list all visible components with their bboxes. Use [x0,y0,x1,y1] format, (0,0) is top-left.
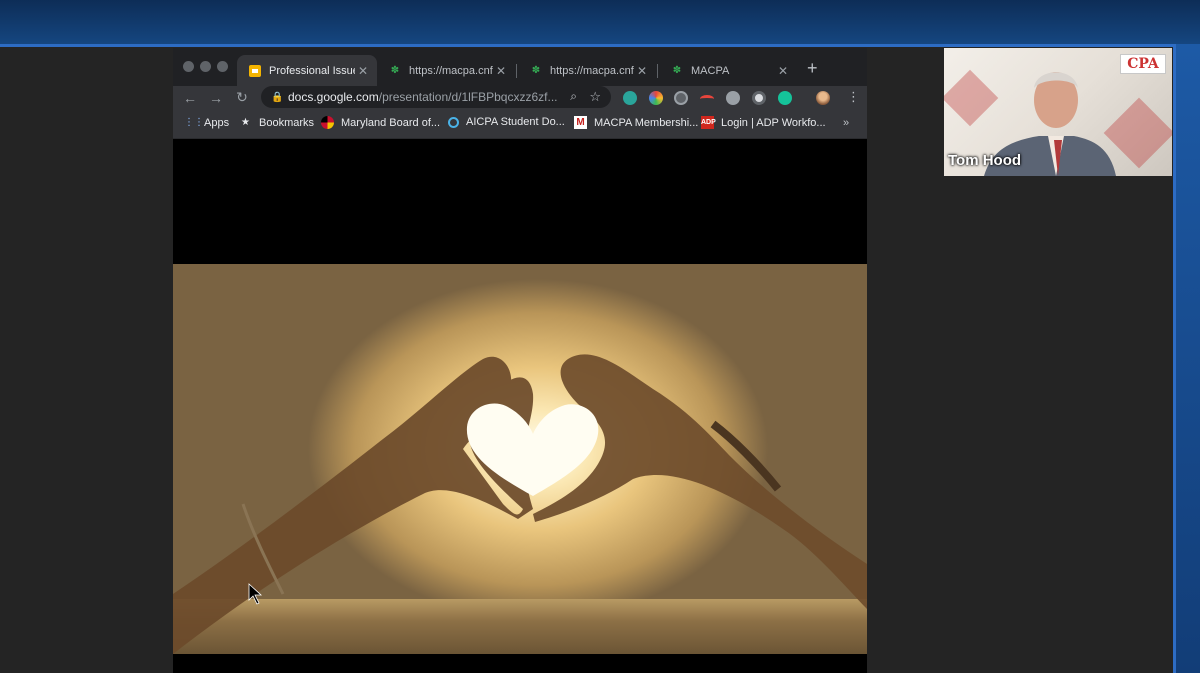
profile-avatar[interactable] [816,91,830,105]
browser-menu-icon[interactable]: ⋮ [847,89,860,105]
address-bar[interactable]: 🔒 docs.google.com /presentation/d/1lFBPb… [261,86,611,108]
address-host: docs.google.com [288,90,379,104]
close-tab-icon[interactable]: ✕ [634,64,650,78]
extension-g-icon[interactable] [778,91,792,105]
extension-grammarly-icon[interactable] [623,91,637,105]
close-tab-icon[interactable]: ✕ [775,64,791,78]
gmail-icon: M [574,116,587,129]
tab-separator [516,64,517,78]
bookmark-label: Bookmarks [259,116,315,129]
participant-video-tile[interactable]: CPA Tom Hood [944,48,1172,176]
maryland-flag-icon [321,116,334,129]
aicpa-icon [448,116,459,128]
bookmarks-bar: ⋮⋮ Apps ★ Bookmarks Maryland Board of...… [173,109,867,139]
slides-icon [249,64,261,77]
bookmark-bookmarks[interactable]: ★ Bookmarks [239,116,314,129]
address-path: /presentation/d/1lFBPbqcxzz6zf... [378,90,558,104]
cnf-icon: ✽ [531,64,541,76]
tab-macpa-cnf-1[interactable]: ✽ https://macpa.cnf.io/ ✕ [377,55,515,86]
lock-icon: 🔒 [271,92,284,103]
bookmark-maryland-board[interactable]: Maryland Board of... [321,116,440,129]
left-arm-silhouette [173,356,534,654]
back-arrow-icon[interactable]: ← [177,90,203,106]
cpa-logo: CPA [1120,54,1166,74]
bookmark-adp-login[interactable]: ADP Login | ADP Workfo... [701,116,826,129]
forward-arrow-icon[interactable]: → [203,90,229,106]
maximize-window-dot[interactable] [217,61,228,72]
close-tab-icon[interactable]: ✕ [493,64,509,78]
cnf-icon: ✽ [672,64,682,76]
extension-color-icon[interactable] [649,91,663,105]
tab-macpa-cnf-2[interactable]: ✽ https://macpa.cnf.io/ ✕ [518,55,656,86]
bookmark-label: AICPA Student Do... [466,116,565,128]
tab-label: MACPA [691,64,730,77]
close-window-dot[interactable] [183,61,194,72]
apps-grid-icon: ⋮⋮ [184,117,204,128]
bookmarks-overflow-icon[interactable]: » [843,117,849,129]
tab-label: Professional Issues [269,64,355,77]
right-arm-silhouette [533,354,867,609]
extension-pinterest-icon[interactable] [674,91,688,105]
cpa-logo-text: CPA [1127,56,1159,72]
zoom-top-band [0,0,1200,44]
extension-record-icon[interactable] [752,91,766,105]
bookmark-label: Login | ADP Workfo... [721,116,826,129]
slide-photo [173,264,867,654]
bookmark-macpa-membership[interactable]: M MACPA Membershi... [574,116,698,129]
bookmark-label: Maryland Board of... [341,116,441,129]
tab-bar: Professional Issues ✕ ✽ https://macpa.cn… [173,48,867,86]
adp-icon: ADP [701,116,716,129]
close-tab-icon[interactable]: ✕ [355,64,371,78]
zoom-magnifier-icon[interactable]: ⌕ [570,89,577,104]
extension-arc-icon[interactable] [700,95,714,103]
participant-name: Tom Hood [948,152,1022,169]
browser-toolbar: ← → ↻ 🔒 docs.google.com /presentation/d/… [173,86,867,109]
bookmark-apps[interactable]: ⋮⋮ Apps [184,116,229,129]
minimize-window-dot[interactable] [200,61,211,72]
reload-icon[interactable]: ↻ [229,89,255,106]
star-icon: ★ [241,117,250,128]
tab-macpa[interactable]: ✽ MACPA ✕ [659,55,797,86]
tab-professional-issues[interactable]: Professional Issues ✕ [237,55,377,86]
tab-label: https://macpa.cnf.io/ [550,64,634,77]
shared-browser-window: Professional Issues ✕ ✽ https://macpa.cn… [173,48,867,673]
extension-info-icon[interactable] [726,91,740,105]
tab-separator [657,64,658,78]
bookmark-star-icon[interactable]: ☆ [589,89,601,105]
bookmark-aicpa-student[interactable]: AICPA Student Do... [448,116,565,128]
cnf-icon: ✽ [390,64,400,76]
heart-hands-illustration [173,354,867,654]
bookmark-label: Apps [204,116,230,129]
zoom-side-strip [1176,44,1200,673]
tab-label: https://macpa.cnf.io/ [409,64,493,77]
new-tab-button[interactable]: + [807,59,818,77]
bookmark-label: MACPA Membershi... [594,116,699,129]
